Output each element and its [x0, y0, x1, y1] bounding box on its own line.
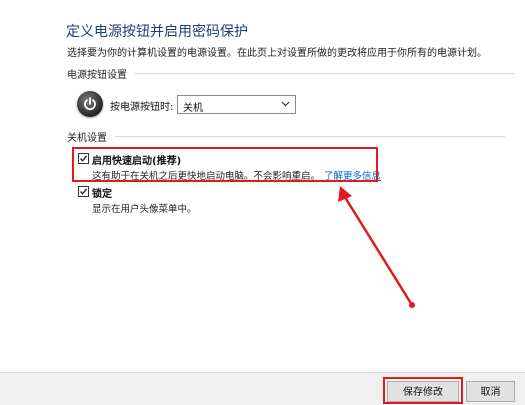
arrow-line — [341, 193, 414, 306]
section-header-shutdown: 关机设置 — [67, 129, 505, 144]
arrow-tail-dot — [409, 302, 415, 308]
section-header-label: 电源按钮设置 — [67, 69, 127, 81]
section-divider — [135, 72, 515, 74]
page-description: 选择要为你的计算机设置的电源设置。在此页上对设置所做的更改将应用于你所有的电源计… — [67, 48, 487, 59]
power-button-label: 按电源按钮时: — [110, 102, 174, 113]
page-title: 定义电源按钮并启用密码保护 — [66, 24, 248, 40]
lock-label[interactable]: 锁定 — [92, 185, 112, 200]
power-button-action-dropdown[interactable]: 关机 — [177, 95, 296, 114]
save-changes-button[interactable]: 保存修改 — [387, 381, 459, 402]
cancel-button[interactable]: 取消 — [466, 381, 515, 402]
dropdown-selected-value: 关机 — [183, 103, 203, 114]
section-divider — [115, 135, 505, 137]
checkmark-icon — [80, 188, 88, 195]
section-header-power-button: 电源按钮设置 — [67, 66, 515, 81]
chevron-down-icon — [281, 101, 290, 107]
power-symbol-icon — [84, 97, 96, 111]
lock-description: 显示在用户头像菜单中。 — [92, 204, 197, 215]
annotation-arrow — [338, 186, 415, 308]
lock-checkbox[interactable] — [78, 186, 89, 197]
section-header-label: 关机设置 — [67, 132, 107, 144]
power-button-icon — [77, 91, 103, 117]
fast-startup-highlight-box — [72, 147, 378, 182]
arrowhead-icon — [338, 186, 352, 202]
